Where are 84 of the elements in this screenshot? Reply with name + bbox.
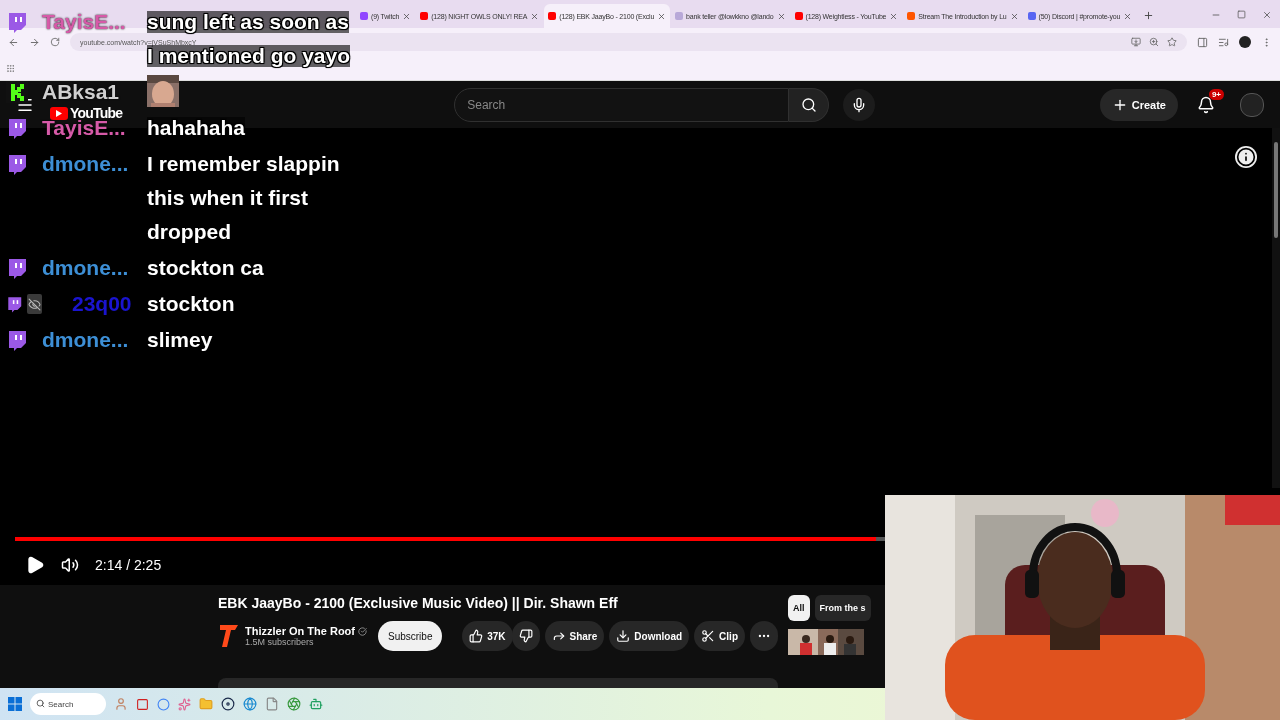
search-field[interactable]: Search bbox=[454, 87, 790, 122]
subscribe-button[interactable]: Subscribe bbox=[378, 621, 443, 651]
aperture-icon[interactable] bbox=[287, 697, 301, 711]
zoom-icon[interactable] bbox=[1149, 37, 1159, 47]
user-icon[interactable] bbox=[114, 697, 128, 711]
twitch-icon bbox=[6, 257, 28, 279]
filter-chip[interactable]: From the s bbox=[814, 595, 871, 621]
like-button[interactable]: 37K bbox=[462, 621, 513, 651]
chat-message: I remember slappin bbox=[147, 153, 340, 175]
install-icon[interactable] bbox=[1131, 37, 1141, 47]
create-button[interactable]: Create bbox=[1099, 88, 1178, 121]
share-arrow-icon bbox=[551, 629, 566, 643]
close-icon[interactable] bbox=[1009, 11, 1019, 21]
file-icon[interactable] bbox=[265, 697, 279, 711]
chat-username: ABksa1 bbox=[42, 81, 120, 103]
close-icon[interactable] bbox=[530, 11, 540, 21]
thumbs-up-icon bbox=[469, 629, 484, 643]
close-icon[interactable] bbox=[1262, 10, 1272, 20]
twitch-icon bbox=[6, 117, 28, 139]
verified-icon bbox=[358, 626, 367, 636]
close-icon[interactable] bbox=[1123, 11, 1133, 21]
twitch-icon bbox=[6, 153, 28, 175]
robot-icon[interactable] bbox=[309, 697, 323, 711]
volume-icon[interactable] bbox=[61, 556, 79, 574]
chat-username: TayisE... bbox=[42, 117, 126, 139]
star-icon[interactable] bbox=[1167, 37, 1177, 47]
chat-username: dmone... bbox=[42, 329, 129, 351]
twitch-icon bbox=[6, 11, 28, 33]
chat-message: slimey bbox=[147, 329, 213, 351]
logo-text[interactable]: YouTube bbox=[70, 106, 123, 120]
youtube-logo-icon[interactable] bbox=[50, 106, 68, 120]
chat-message: I mentioned go yayo bbox=[147, 45, 351, 67]
taskbar-search-field[interactable]: Search bbox=[30, 693, 106, 715]
windows-icon[interactable] bbox=[8, 697, 22, 711]
search-icon bbox=[36, 699, 45, 708]
media-icon[interactable] bbox=[1218, 36, 1229, 48]
close-icon[interactable] bbox=[402, 11, 412, 21]
sparkle-icon[interactable] bbox=[178, 697, 191, 711]
search-button[interactable] bbox=[789, 87, 830, 122]
play-icon[interactable] bbox=[25, 555, 45, 575]
back-icon[interactable] bbox=[8, 36, 19, 48]
download-button[interactable]: Download bbox=[609, 621, 690, 651]
close-icon[interactable] bbox=[889, 11, 899, 21]
chat-message: dropped bbox=[147, 221, 231, 243]
channel-name[interactable]: Thizzler On The Roof bbox=[245, 625, 355, 637]
video-title: EBK JaayBo - 2100 (Exclusive Music Video) || Dir. Shawn Eff bbox=[218, 595, 619, 611]
voice-search-button[interactable] bbox=[843, 88, 876, 121]
info-icon bbox=[1236, 147, 1256, 167]
new-tab-icon[interactable] bbox=[1143, 10, 1155, 21]
filter-chip[interactable]: All bbox=[788, 595, 810, 621]
download-icon bbox=[616, 629, 631, 643]
twitch-icon bbox=[6, 329, 28, 351]
square-icon[interactable] bbox=[136, 697, 149, 711]
chat-username: TayisE... bbox=[42, 11, 126, 33]
thumbs-down-icon bbox=[518, 629, 533, 643]
scissors-icon bbox=[701, 629, 716, 643]
chat-username: dmone... bbox=[42, 257, 129, 279]
circle-icon[interactable] bbox=[157, 697, 170, 711]
time-display: 2:14 / 2:25 bbox=[95, 557, 162, 573]
profile-icon[interactable] bbox=[1239, 36, 1251, 48]
chat-username: dmone... bbox=[42, 153, 129, 175]
notification-count: 9+ bbox=[1208, 88, 1224, 100]
close-icon[interactable] bbox=[657, 11, 667, 21]
apps-icon[interactable] bbox=[6, 63, 15, 73]
scrollbar[interactable] bbox=[1272, 128, 1280, 488]
subscriber-count: 1.5M subscribers bbox=[245, 637, 315, 647]
side-panel-icon[interactable] bbox=[1197, 36, 1208, 48]
clip-button[interactable]: Clip bbox=[694, 621, 745, 651]
close-icon[interactable] bbox=[776, 11, 786, 21]
reload-icon[interactable] bbox=[50, 37, 60, 47]
channel-logo[interactable] bbox=[218, 622, 240, 650]
info-button[interactable] bbox=[1235, 146, 1257, 168]
chat-message: sung left as soon as bbox=[147, 11, 349, 33]
avatar[interactable] bbox=[1240, 92, 1264, 117]
dislike-button[interactable] bbox=[511, 621, 540, 651]
notifications-button[interactable]: 9+ bbox=[1188, 88, 1224, 121]
chat-username: 23q00 bbox=[72, 293, 132, 315]
search-icon bbox=[800, 96, 817, 113]
bell-icon bbox=[1197, 95, 1215, 114]
globe-icon[interactable] bbox=[243, 697, 257, 711]
forward-icon[interactable] bbox=[29, 36, 40, 48]
disc-icon[interactable] bbox=[221, 697, 235, 711]
maximize-icon[interactable] bbox=[1237, 10, 1246, 19]
share-button[interactable]: Share bbox=[544, 621, 605, 651]
